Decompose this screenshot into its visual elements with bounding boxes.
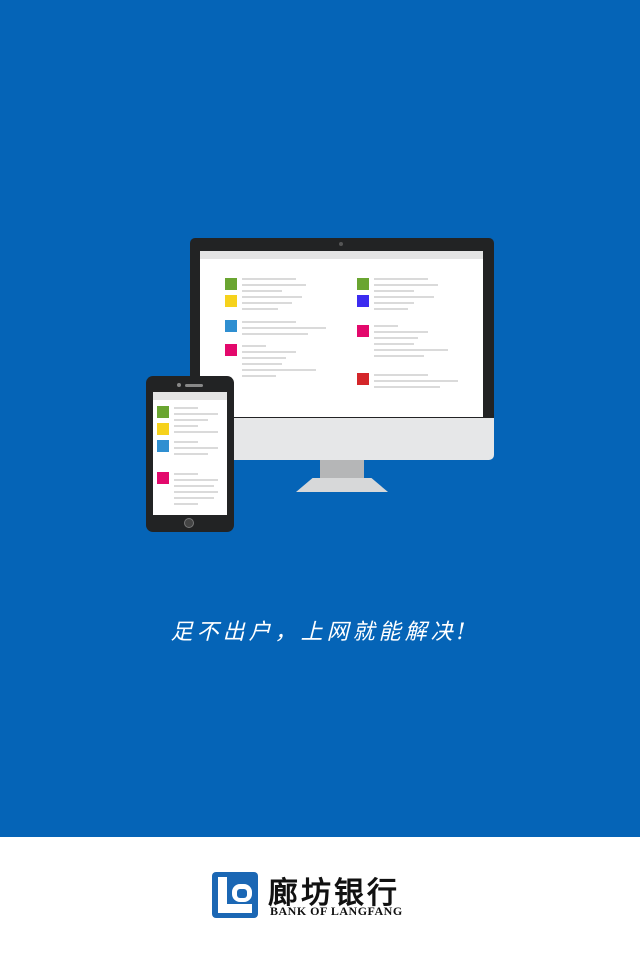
phone-illustration [146, 376, 234, 532]
text-line [174, 447, 218, 449]
text-line [242, 369, 316, 371]
text-line [242, 290, 282, 292]
bank-name-en: BANK OF LANGFANG [270, 904, 403, 918]
magenta-tile-icon [357, 325, 369, 337]
text-line [242, 296, 302, 298]
text-line [242, 333, 308, 335]
splash-screen: 足不出户，上网就能解决! [0, 0, 640, 837]
text-line [374, 284, 438, 286]
indigo-tile-icon [357, 295, 369, 307]
phone-screen [153, 392, 227, 515]
monitor-chin [190, 418, 494, 460]
text-line [242, 357, 286, 359]
text-line [374, 302, 414, 304]
phone-speaker [185, 384, 203, 387]
text-line [174, 473, 198, 475]
text-line [374, 290, 414, 292]
text-line [242, 351, 296, 353]
bank-logo-icon [212, 872, 258, 918]
desktop-monitor-illustration [190, 238, 494, 492]
text-line [242, 375, 276, 377]
text-line [174, 419, 208, 421]
text-line [374, 386, 440, 388]
text-line [374, 308, 408, 310]
text-line [174, 453, 208, 455]
slogan-text: 足不出户，上网就能解决! [170, 620, 470, 645]
monitor-stand-base [296, 478, 388, 492]
magenta-tile-icon [157, 472, 169, 484]
text-line [374, 374, 428, 376]
text-line [174, 491, 218, 493]
text-line [174, 503, 198, 505]
phone-home-button [184, 518, 194, 528]
green-tile-icon [225, 278, 237, 290]
monitor-camera-icon [339, 242, 343, 246]
text-line [174, 425, 198, 427]
text-line [242, 284, 306, 286]
phone-camera-icon [177, 383, 181, 387]
text-line [374, 278, 428, 280]
text-line [174, 431, 218, 433]
text-line [174, 407, 198, 409]
text-line [242, 345, 266, 347]
phone-screen-topbar [153, 392, 227, 400]
text-line [174, 441, 198, 443]
green-tile-icon [357, 278, 369, 290]
monitor-screen-topbar [200, 251, 483, 259]
text-line [242, 321, 296, 323]
text-line [242, 278, 296, 280]
text-line [242, 308, 278, 310]
red-tile-icon [357, 373, 369, 385]
text-line [374, 325, 398, 327]
blue-tile-icon [225, 320, 237, 332]
text-line [174, 497, 214, 499]
green-tile-icon [157, 406, 169, 418]
text-line [174, 413, 218, 415]
text-line [374, 349, 448, 351]
text-line [374, 296, 434, 298]
text-line [242, 327, 326, 329]
text-line [174, 479, 218, 481]
yellow-tile-icon [157, 423, 169, 435]
text-line [374, 355, 424, 357]
monitor-bezel [190, 238, 494, 418]
text-line [374, 331, 428, 333]
text-line [174, 485, 214, 487]
text-line [374, 337, 418, 339]
text-line [242, 363, 282, 365]
text-line [374, 343, 414, 345]
blue-tile-icon [157, 440, 169, 452]
monitor-screen [200, 251, 483, 417]
yellow-tile-icon [225, 295, 237, 307]
magenta-tile-icon [225, 344, 237, 356]
text-line [242, 302, 292, 304]
monitor-stand-neck [320, 460, 364, 478]
text-line [374, 380, 458, 382]
